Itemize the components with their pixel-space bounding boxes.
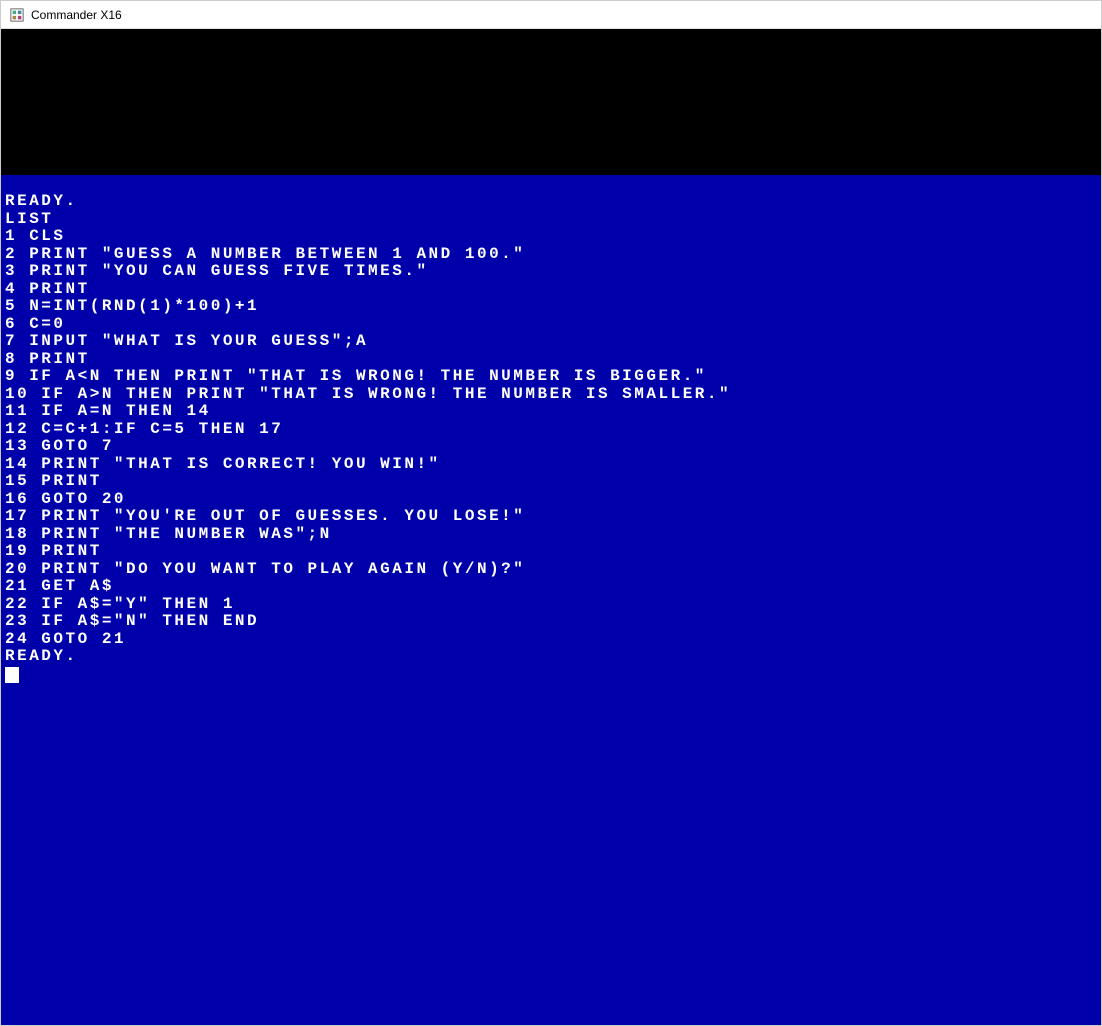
terminal-line: 20 PRINT "DO YOU WANT TO PLAY AGAIN (Y/N… [5,561,1097,579]
terminal-line: 21 GET A$ [5,578,1097,596]
terminal-line: 14 PRINT "THAT IS CORRECT! YOU WIN!" [5,456,1097,474]
terminal-line: 16 GOTO 20 [5,491,1097,509]
application-window: Commander X16 READY.LIST1 CLS2 PRINT "GU… [0,0,1102,1026]
terminal-line: 11 IF A=N THEN 14 [5,403,1097,421]
terminal-line: 19 PRINT [5,543,1097,561]
terminal-line: 17 PRINT "YOU'RE OUT OF GUESSES. YOU LOS… [5,508,1097,526]
terminal-line: 7 INPUT "WHAT IS YOUR GUESS";A [5,333,1097,351]
terminal-line: LIST [5,211,1097,229]
terminal-line: READY. [5,193,1097,211]
terminal-cursor-line [5,666,1097,684]
terminal-line: 9 IF A<N THEN PRINT "THAT IS WRONG! THE … [5,368,1097,386]
top-black-bar [1,29,1101,175]
terminal-line: 3 PRINT "YOU CAN GUESS FIVE TIMES." [5,263,1097,281]
terminal-line: 1 CLS [5,228,1097,246]
window-title: Commander X16 [31,8,122,22]
titlebar[interactable]: Commander X16 [1,1,1101,29]
terminal-line: 18 PRINT "THE NUMBER WAS";N [5,526,1097,544]
terminal-line: 23 IF A$="N" THEN END [5,613,1097,631]
terminal-line: 4 PRINT [5,281,1097,299]
terminal-screen[interactable]: READY.LIST1 CLS2 PRINT "GUESS A NUMBER B… [1,175,1101,1025]
cursor [5,667,19,683]
content-area: READY.LIST1 CLS2 PRINT "GUESS A NUMBER B… [1,29,1101,1025]
terminal-line: 8 PRINT [5,351,1097,369]
terminal-line: 5 N=INT(RND(1)*100)+1 [5,298,1097,316]
terminal-line: 24 GOTO 21 [5,631,1097,649]
terminal-line: 15 PRINT [5,473,1097,491]
terminal-line: 22 IF A$="Y" THEN 1 [5,596,1097,614]
terminal-line: 10 IF A>N THEN PRINT "THAT IS WRONG! THE… [5,386,1097,404]
terminal-line: 6 C=0 [5,316,1097,334]
terminal-line: READY. [5,648,1097,666]
terminal-line: 12 C=C+1:IF C=5 THEN 17 [5,421,1097,439]
terminal-line: 13 GOTO 7 [5,438,1097,456]
app-icon [9,7,25,23]
terminal-line: 2 PRINT "GUESS A NUMBER BETWEEN 1 AND 10… [5,246,1097,264]
